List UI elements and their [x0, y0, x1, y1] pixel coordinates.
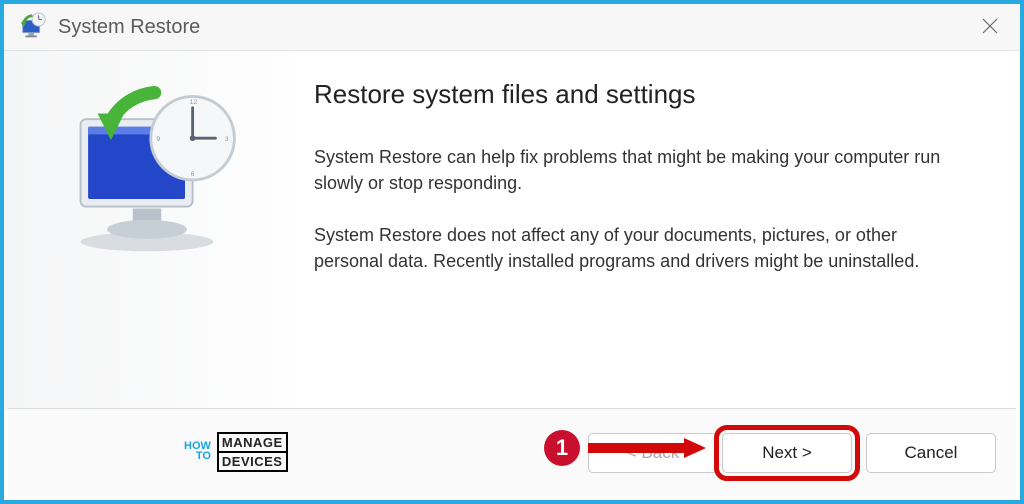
footer-button-bar: < Back Next > Cancel	[8, 408, 1016, 496]
svg-text:6: 6	[191, 171, 195, 178]
content-body: 12 3 6 9 Restore system files and settin…	[4, 51, 1020, 411]
titlebar: System Restore	[4, 4, 1020, 50]
paragraph-1: System Restore can help fix problems tha…	[314, 144, 954, 196]
page-heading: Restore system files and settings	[314, 79, 980, 110]
window-title: System Restore	[58, 16, 200, 39]
close-button[interactable]	[978, 14, 1002, 38]
system-restore-icon	[18, 12, 48, 42]
watermark-to: TO	[196, 452, 211, 462]
watermark-manage: MANAGE	[217, 432, 288, 453]
svg-text:12: 12	[190, 99, 198, 106]
watermark-devices: DEVICES	[217, 451, 288, 472]
content-pane: Restore system files and settings System…	[290, 51, 1020, 411]
annotation-arrow-icon	[588, 438, 706, 458]
svg-text:9: 9	[157, 136, 161, 143]
restore-illustration-icon: 12 3 6 9	[52, 85, 242, 255]
window-frame: System Restore 12	[0, 0, 1024, 504]
annotation-step-badge: 1	[544, 430, 580, 466]
paragraph-2: System Restore does not affect any of yo…	[314, 222, 954, 274]
cancel-button[interactable]: Cancel	[866, 433, 996, 473]
svg-text:3: 3	[225, 136, 229, 143]
next-button[interactable]: Next >	[722, 433, 852, 473]
left-illustration-pane: 12 3 6 9	[4, 51, 290, 411]
watermark-logo: HOW TO MANAGE DEVICES	[184, 432, 288, 472]
